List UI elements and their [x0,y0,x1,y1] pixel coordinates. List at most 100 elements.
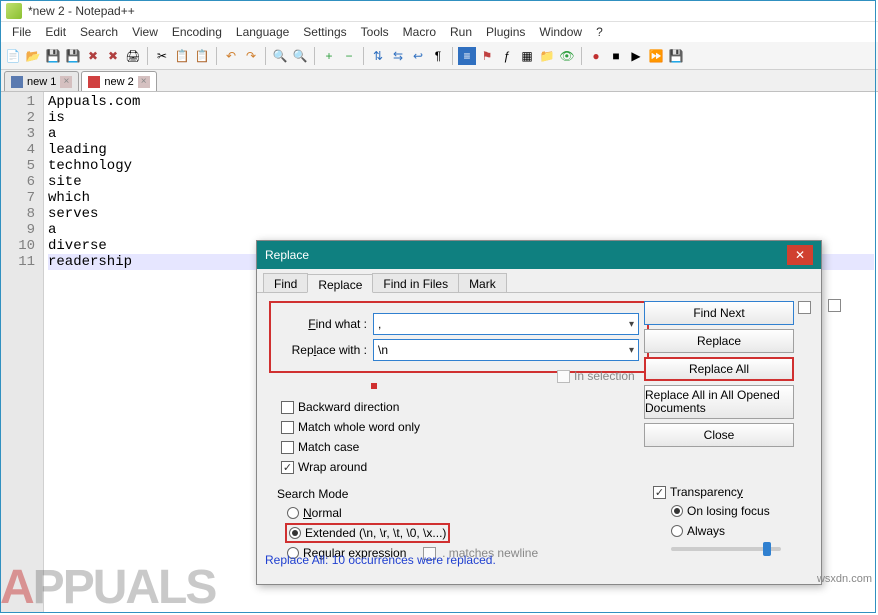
tab-label: new 1 [27,76,56,88]
tab-mark[interactable]: Mark [458,273,507,292]
whole-word-label: Match whole word only [298,420,420,434]
menu-settings[interactable]: Settings [297,23,352,41]
radio-normal-label: Normal [303,506,342,520]
radio-extended-label: Extended (\n, \r, \t, \0, \x...) [305,526,446,540]
zoomout-icon[interactable]: − [340,47,358,65]
func-icon[interactable]: ƒ [498,47,516,65]
menu-view[interactable]: View [126,23,164,41]
menu-macro[interactable]: Macro [397,23,442,41]
wrap-icon[interactable]: ↩ [409,47,427,65]
menu-run[interactable]: Run [444,23,478,41]
paste-icon[interactable]: 📋 [193,47,211,65]
menu-search[interactable]: Search [74,23,124,41]
find-what-input[interactable]: , ▾ [373,313,639,335]
cut-icon[interactable]: ✂ [153,47,171,65]
zoomin-icon[interactable]: + [320,47,338,65]
tab-label: new 2 [104,76,133,88]
sync-icon[interactable]: ⇅ [369,47,387,65]
chevron-down-icon[interactable]: ▾ [629,319,634,330]
replace-button[interactable]: Replace [644,329,794,353]
close-tab-icon[interactable]: × [138,76,150,88]
radio-normal[interactable] [287,507,299,519]
code-line: site [48,174,874,190]
checkbox[interactable]: ✓ [281,461,294,474]
checkbox[interactable] [281,421,294,434]
menu-file[interactable]: File [6,23,37,41]
code-line: a [48,126,874,142]
window-title: *new 2 - Notepad++ [28,4,135,18]
chevron-down-icon[interactable]: ▾ [629,345,634,356]
checkbox[interactable] [281,401,294,414]
menu-window[interactable]: Window [533,23,588,41]
menu-language[interactable]: Language [230,23,295,41]
map-icon[interactable]: ▦ [518,47,536,65]
code-line: is [48,110,874,126]
document-tabs: new 1 × new 2 × [0,70,878,92]
copy-icon[interactable]: 📋 [173,47,191,65]
slider-thumb[interactable] [763,542,771,556]
dialog-tabs: Find Replace Find in Files Mark [257,269,821,293]
code-line: technology [48,158,874,174]
radio-extended[interactable] [289,527,301,539]
dialog-title-bar[interactable]: Replace ✕ [257,241,821,269]
stop-icon[interactable]: ■ [607,47,625,65]
replace-all-opened-button[interactable]: Replace All in All Opened Documents [644,385,794,419]
code-line: a [48,222,874,238]
lang-icon[interactable]: ⚑ [478,47,496,65]
menu-bar: File Edit Search View Encoding Language … [0,22,878,42]
monitor-icon[interactable]: 👁 [558,47,576,65]
tab-findinfiles[interactable]: Find in Files [372,273,459,292]
close-icon[interactable]: ✖ [84,47,102,65]
open-icon[interactable]: 📂 [24,47,42,65]
toolbar: 📄 📂 💾 💾 ✖ ✖ 🖨 ✂ 📋 📋 ↶ ↷ 🔍 🔍 + − ⇅ ⇆ ↩ ¶ … [0,42,878,70]
file-icon [11,76,23,88]
folder-icon[interactable]: 📁 [538,47,556,65]
menu-tools[interactable]: Tools [355,23,395,41]
undo-icon[interactable]: ↶ [222,47,240,65]
savemacro-icon[interactable]: 💾 [667,47,685,65]
saveall-icon[interactable]: 💾 [64,47,82,65]
tab-replace[interactable]: Replace [307,274,373,293]
checkbox [557,370,570,383]
fields-highlight-box: Find what : , ▾ Replace with : \n ▾ [269,301,649,373]
transparency-slider[interactable] [671,547,781,551]
find-next-button[interactable]: Find Next [644,301,794,325]
replace-with-input[interactable]: \n ▾ [373,339,639,361]
menu-edit[interactable]: Edit [39,23,72,41]
dialog-close-button[interactable]: ✕ [787,245,813,265]
find-icon[interactable]: 🔍 [271,47,289,65]
tab-find[interactable]: Find [263,273,308,292]
always-label: Always [687,524,725,538]
play-icon[interactable]: ▶ [627,47,645,65]
new-icon[interactable]: 📄 [4,47,22,65]
record-icon[interactable]: ● [587,47,605,65]
radio-always[interactable] [671,525,683,537]
transparency-label: Transparency [670,485,743,499]
close-tab-icon[interactable]: × [60,76,72,88]
menu-help[interactable]: ? [590,23,609,41]
closeall-icon[interactable]: ✖ [104,47,122,65]
find-next-checkbox[interactable] [798,301,811,314]
allchars-icon[interactable]: ¶ [429,47,447,65]
sync2-icon[interactable]: ⇆ [389,47,407,65]
indent-icon[interactable]: ≡ [458,47,476,65]
replace-icon[interactable]: 🔍 [291,47,309,65]
redo-icon[interactable]: ↷ [242,47,260,65]
tab-new2[interactable]: new 2 × [81,71,156,91]
save-icon[interactable]: 💾 [44,47,62,65]
replace-dialog: Replace ✕ Find Replace Find in Files Mar… [256,240,822,585]
checkbox[interactable]: ✓ [653,486,666,499]
replace-with-label: Replace with : [279,343,373,357]
menu-encoding[interactable]: Encoding [166,23,228,41]
code-line: which [48,190,874,206]
print-icon[interactable]: 🖨 [124,47,142,65]
menu-plugins[interactable]: Plugins [480,23,531,41]
checkbox[interactable] [281,441,294,454]
radio-onfocus[interactable] [671,505,683,517]
red-marker-icon [371,383,377,389]
replace-all-button[interactable]: Replace All [644,357,794,381]
pin-checkbox[interactable] [828,299,841,312]
playmulti-icon[interactable]: ⏩ [647,47,665,65]
close-button[interactable]: Close [644,423,794,447]
tab-new1[interactable]: new 1 × [4,71,79,91]
